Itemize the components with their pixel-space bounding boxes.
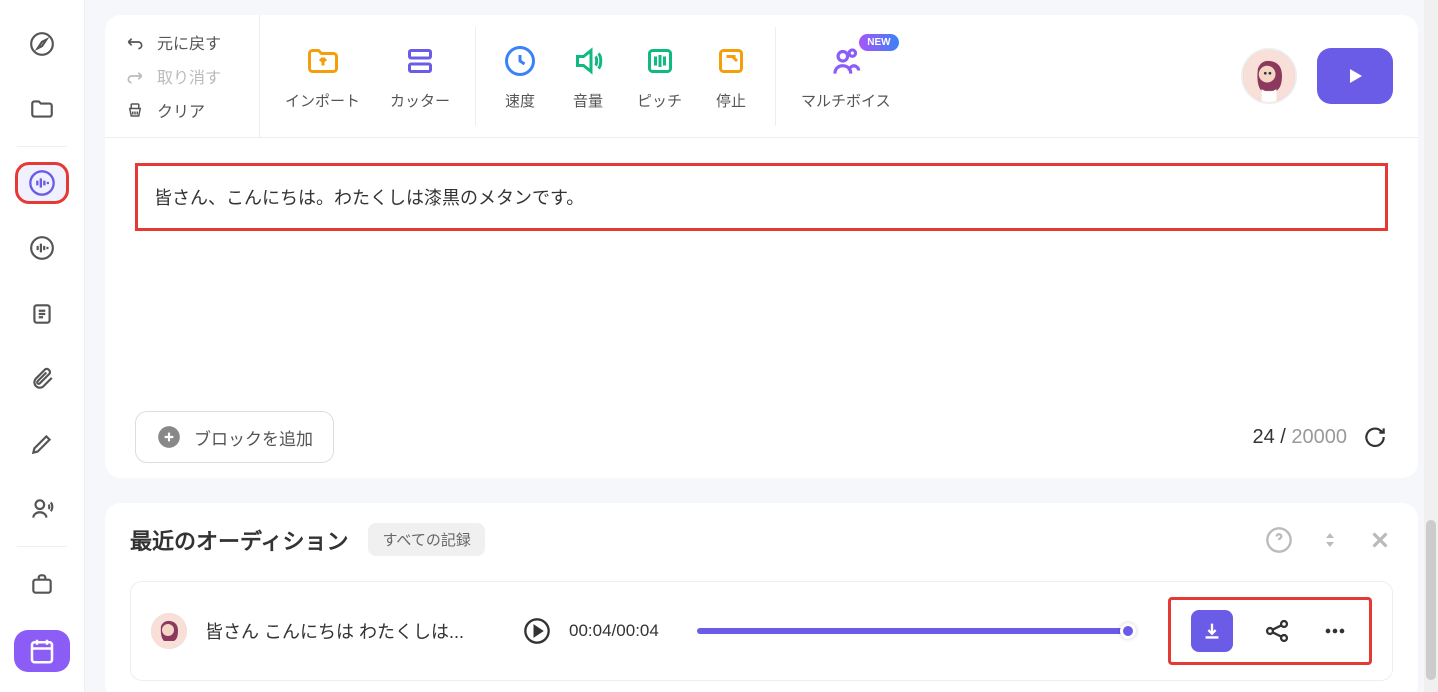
sidebar-edit[interactable] xyxy=(17,426,67,463)
document-icon xyxy=(29,301,55,327)
play-small-icon[interactable] xyxy=(523,617,551,645)
toolbar-edit-actions: 元に戻す 取り消す クリア xyxy=(105,15,260,137)
recent-item-avatar xyxy=(151,613,187,649)
undo-button[interactable]: 元に戻す xyxy=(125,30,239,54)
import-folder-icon xyxy=(305,43,341,79)
scrollbar-thumb[interactable] xyxy=(1426,520,1436,680)
editor-card: 元に戻す 取り消す クリア インポート xyxy=(105,15,1418,478)
cutter-button[interactable]: カッター xyxy=(390,42,450,111)
volume-label: 音量 xyxy=(573,90,603,111)
new-badge: NEW xyxy=(859,34,898,51)
import-label: インポート xyxy=(285,90,360,111)
speed-label: 速度 xyxy=(505,90,535,111)
voice-avatar[interactable] xyxy=(1241,48,1297,104)
sidebar xyxy=(0,0,85,692)
pitch-label: ピッチ xyxy=(637,90,682,111)
main-content: 元に戻す 取り消す クリア インポート xyxy=(85,0,1438,692)
undo-icon xyxy=(125,34,145,50)
sidebar-voice2[interactable] xyxy=(17,491,67,528)
play-icon xyxy=(1343,64,1367,88)
pencil-icon xyxy=(29,431,55,457)
redo-icon xyxy=(125,68,145,84)
scrollbar[interactable] xyxy=(1424,0,1438,692)
toolbar-audio-group: 速度 音量 ピッチ 停 xyxy=(476,27,776,126)
download-button[interactable] xyxy=(1191,610,1233,652)
sidebar-folder[interactable] xyxy=(17,90,67,127)
sort-icon[interactable] xyxy=(1318,528,1342,552)
play-button[interactable] xyxy=(1317,48,1393,104)
sidebar-document[interactable] xyxy=(17,295,67,332)
calendar-icon xyxy=(27,636,57,666)
avatar-image-icon xyxy=(1243,48,1295,104)
character-counter: 24 / 20000 xyxy=(1252,424,1388,450)
compass-icon xyxy=(29,31,55,57)
close-icon[interactable] xyxy=(1367,527,1393,553)
speed-button[interactable]: 速度 xyxy=(501,42,539,111)
clear-button[interactable]: クリア xyxy=(125,98,239,122)
plus-circle-icon xyxy=(156,424,182,450)
recent-header-actions xyxy=(1265,526,1393,554)
all-records-tag[interactable]: すべての記録 xyxy=(368,523,484,556)
toolbar-right-actions xyxy=(1216,33,1418,119)
add-block-button[interactable]: ブロックを追加 xyxy=(135,411,334,463)
recent-item-actions xyxy=(1168,597,1372,665)
broom-icon xyxy=(125,101,145,119)
text-input-block[interactable]: 皆さん、こんにちは。わたくしは漆黒のメタンです。 xyxy=(135,163,1388,231)
recent-header: 最近のオーディション すべての記録 xyxy=(130,523,1393,556)
pitch-icon xyxy=(642,43,678,79)
redo-label: 取り消す xyxy=(157,64,221,88)
more-icon[interactable] xyxy=(1321,617,1349,645)
editor-footer: ブロックを追加 24 / 20000 xyxy=(105,231,1418,463)
cutter-label: カッター xyxy=(390,90,450,111)
avatar-small-icon xyxy=(151,613,187,649)
stop-icon xyxy=(713,43,749,79)
import-button[interactable]: インポート xyxy=(285,42,360,111)
paperclip-icon xyxy=(29,366,55,392)
share-icon[interactable] xyxy=(1263,617,1291,645)
recent-audio-item: 皆さん こんにちは わたくしは... 00:04/00:04 xyxy=(130,581,1393,681)
recent-item-text: 皆さん こんにちは わたくしは... xyxy=(205,618,505,644)
refresh-icon[interactable] xyxy=(1362,424,1388,450)
voice-wave-icon xyxy=(28,169,56,197)
cutter-icon xyxy=(402,43,438,79)
sidebar-divider-2 xyxy=(17,546,67,547)
recent-item-time: 00:04/00:04 xyxy=(569,621,659,641)
recent-auditions-card: 最近のオーディション すべての記録 皆さん こんにちは わたくしは... 00:… xyxy=(105,503,1418,692)
add-block-label: ブロックを追加 xyxy=(194,425,313,450)
download-icon xyxy=(1201,620,1223,642)
sidebar-attachment[interactable] xyxy=(17,360,67,397)
sidebar-calendar[interactable] xyxy=(14,630,70,672)
speed-icon xyxy=(502,43,538,79)
toolbar-multivoice-group: NEW マルチボイス xyxy=(776,27,916,126)
multivoice-label: マルチボイス xyxy=(801,90,891,111)
person-voice-icon xyxy=(29,496,55,522)
text-editor-area: 皆さん、こんにちは。わたくしは漆黒のメタンです。 xyxy=(105,138,1418,231)
char-max: 20000 xyxy=(1291,426,1347,448)
sidebar-briefcase[interactable] xyxy=(17,565,67,602)
audio-wave-icon xyxy=(29,235,55,261)
sidebar-explore[interactable] xyxy=(17,25,67,62)
progress-thumb[interactable] xyxy=(1120,623,1136,639)
recent-title: 最近のオーディション xyxy=(130,524,348,556)
volume-icon xyxy=(570,43,606,79)
folder-icon xyxy=(29,96,55,122)
undo-label: 元に戻す xyxy=(157,30,221,54)
volume-button[interactable]: 音量 xyxy=(569,42,607,111)
briefcase-icon xyxy=(29,571,55,597)
stop-button[interactable]: 停止 xyxy=(712,42,750,111)
toolbar: 元に戻す 取り消す クリア インポート xyxy=(105,15,1418,138)
sidebar-divider xyxy=(17,146,67,147)
sidebar-voice-active[interactable] xyxy=(17,164,67,201)
pitch-button[interactable]: ピッチ xyxy=(637,42,682,111)
clear-label: クリア xyxy=(157,98,205,122)
char-count: 24 xyxy=(1252,426,1274,448)
audio-progress-bar[interactable] xyxy=(697,628,1130,634)
sidebar-audio[interactable] xyxy=(17,230,67,267)
help-icon[interactable] xyxy=(1265,526,1293,554)
multivoice-button[interactable]: NEW マルチボイス xyxy=(801,42,891,111)
redo-button[interactable]: 取り消す xyxy=(125,64,239,88)
stop-label: 停止 xyxy=(716,90,746,111)
toolbar-import-group: インポート カッター xyxy=(260,27,476,126)
